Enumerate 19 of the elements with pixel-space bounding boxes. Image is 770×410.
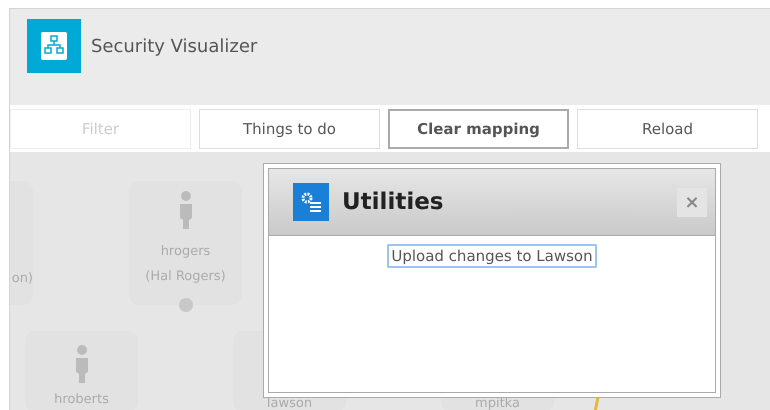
username-label: hrogers	[160, 243, 210, 261]
node-label: on)	[12, 270, 33, 288]
clear-mapping-button[interactable]: Clear mapping	[388, 109, 569, 149]
user-node-card[interactable]: hrogers (Hal Rogers)	[129, 181, 242, 305]
dialog-title: Utilities	[342, 189, 444, 215]
connector-dot	[179, 298, 193, 312]
node-label: hroberts	[54, 393, 109, 406]
reload-button[interactable]: Reload	[577, 109, 758, 149]
user-node-card[interactable]: hroberts	[25, 331, 138, 410]
person-icon	[178, 191, 192, 229]
things-to-do-button[interactable]: Things to do	[199, 109, 380, 149]
user-node-card[interactable]: on)	[10, 181, 33, 305]
app-title: Security Visualizer	[91, 36, 258, 57]
full-name-label: (Hal Rogers)	[145, 268, 226, 286]
node-label: lawson	[266, 397, 312, 410]
node-label: mpitka	[475, 397, 520, 410]
close-button[interactable]: ×	[677, 188, 707, 216]
upload-button[interactable]: Upload changes to Lawson	[387, 244, 597, 268]
person-icon	[74, 345, 88, 383]
